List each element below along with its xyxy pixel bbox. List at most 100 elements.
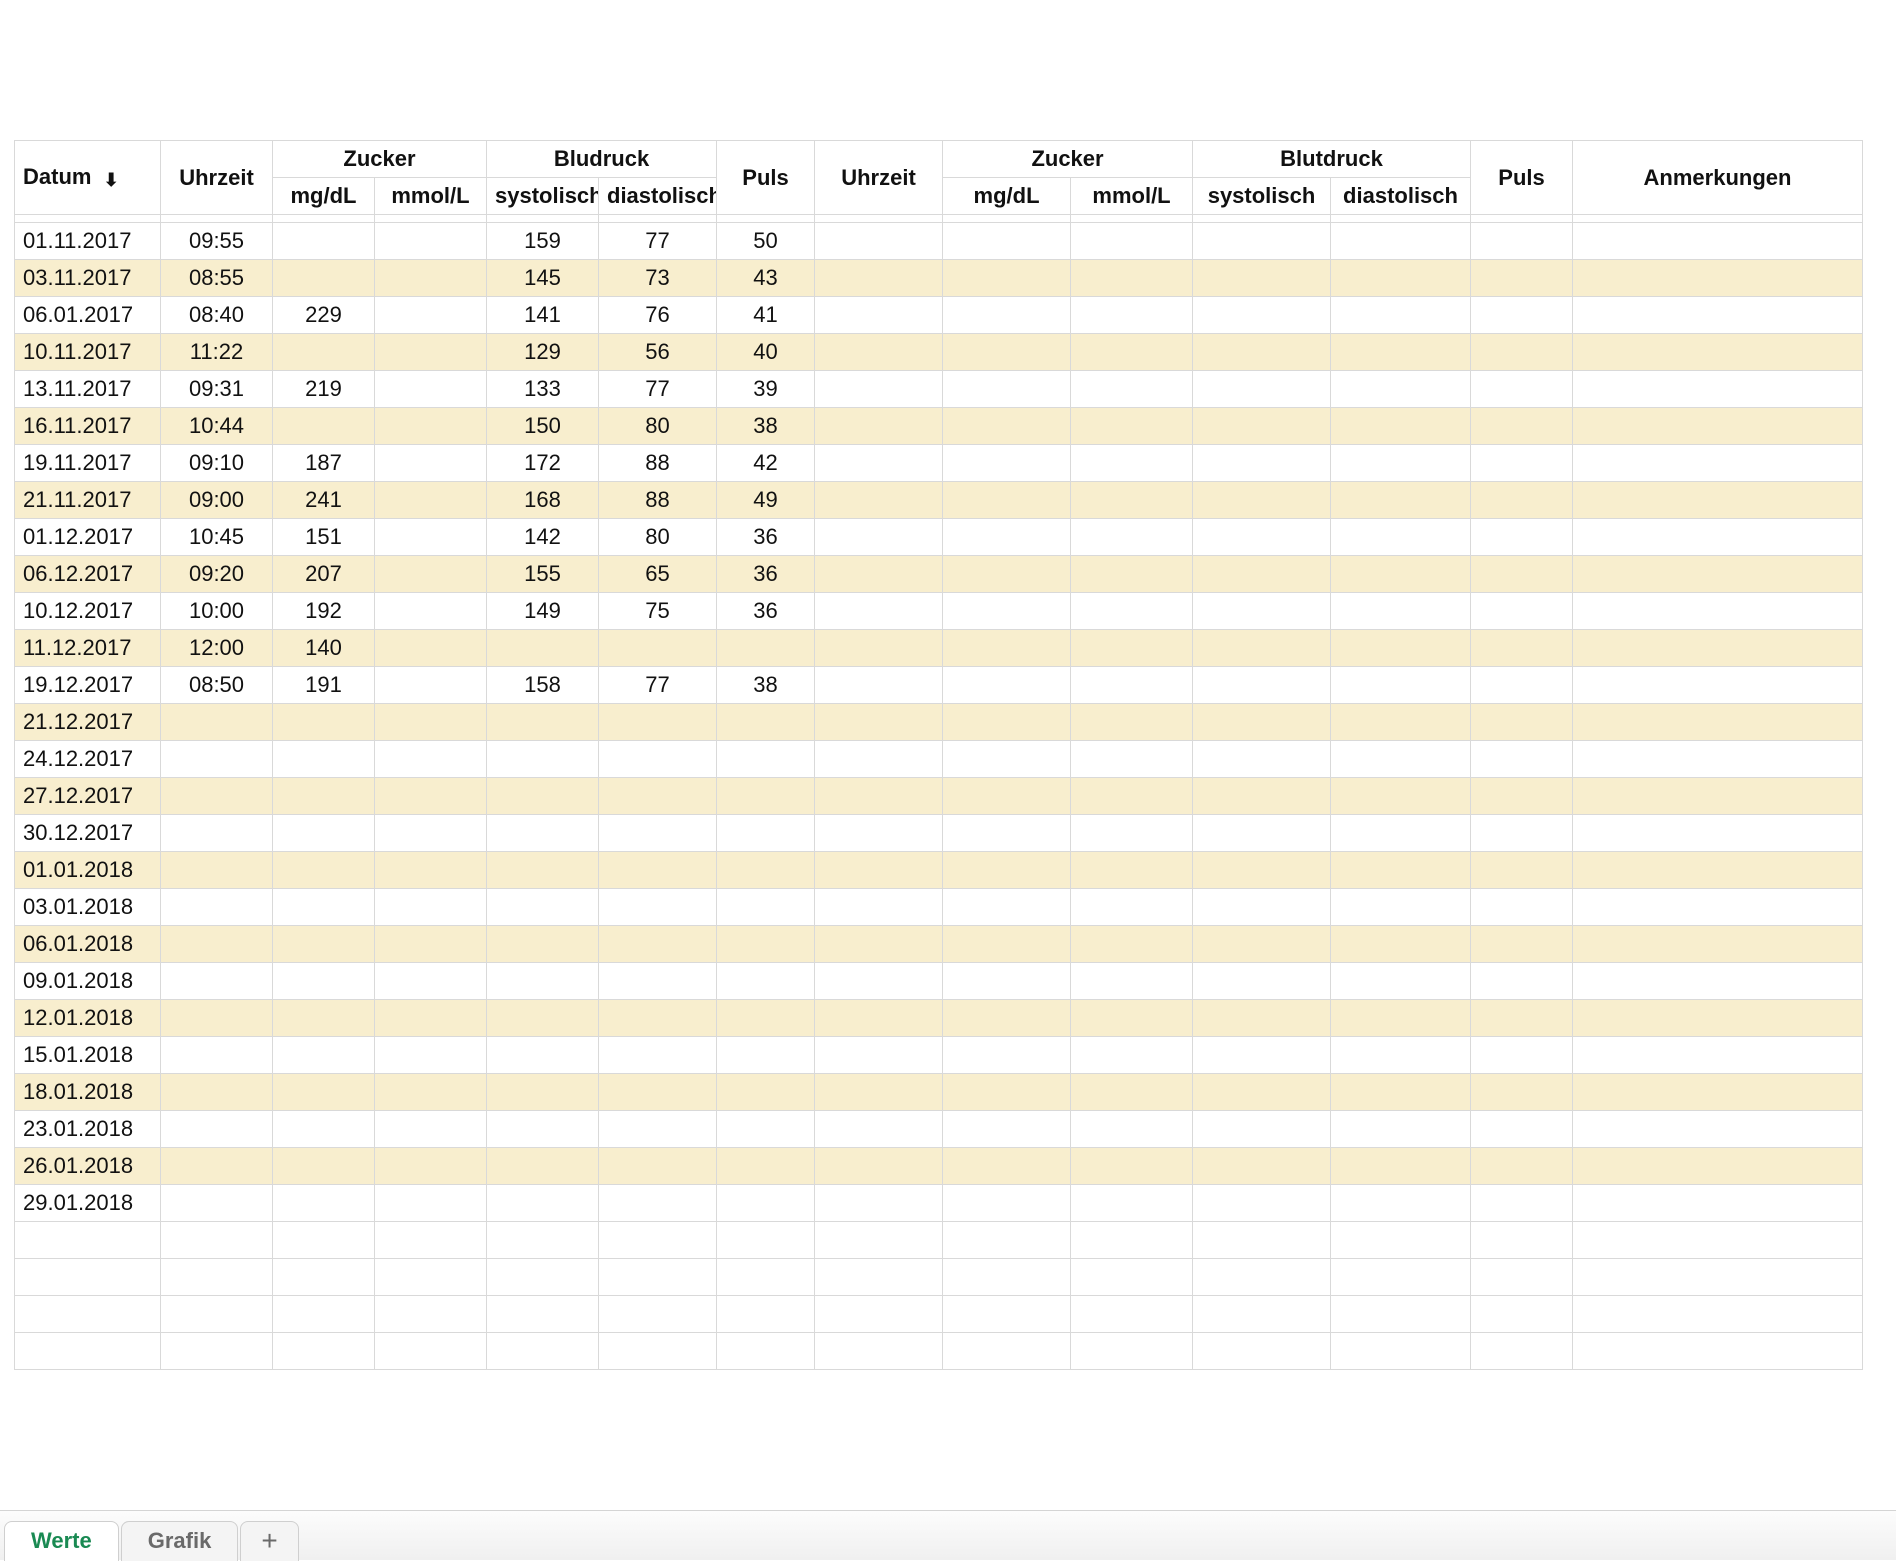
table-row[interactable]: 15.01.2018 xyxy=(15,1037,1863,1074)
cell-mgdl2[interactable] xyxy=(943,297,1071,334)
cell-puls1[interactable] xyxy=(717,963,815,1000)
table-row[interactable]: 29.01.2018 xyxy=(15,1185,1863,1222)
cell-date[interactable]: 26.01.2018 xyxy=(15,1148,161,1185)
cell-sys2[interactable] xyxy=(1193,1185,1331,1222)
cell-sys1[interactable]: 168 xyxy=(487,482,599,519)
table-row[interactable]: 27.12.2017 xyxy=(15,778,1863,815)
cell-sys2[interactable] xyxy=(1193,556,1331,593)
cell-puls2[interactable] xyxy=(1471,593,1573,630)
cell-note[interactable] xyxy=(1573,371,1863,408)
cell-puls1[interactable]: 39 xyxy=(717,371,815,408)
header-puls-2[interactable]: Puls xyxy=(1471,141,1573,215)
cell-mgdl2[interactable] xyxy=(943,926,1071,963)
cell-date[interactable]: 06.01.2017 xyxy=(15,297,161,334)
table-row[interactable]: 03.01.2018 xyxy=(15,889,1863,926)
cell-time2[interactable] xyxy=(815,297,943,334)
cell-sys2[interactable] xyxy=(1193,408,1331,445)
cell-time2[interactable] xyxy=(815,815,943,852)
cell-dia1[interactable] xyxy=(599,963,717,1000)
cell-note[interactable] xyxy=(1573,926,1863,963)
cell-puls1[interactable] xyxy=(717,1185,815,1222)
cell-time1[interactable] xyxy=(161,1111,273,1148)
cell-puls1[interactable] xyxy=(717,1148,815,1185)
cell-blank[interactable] xyxy=(599,1259,717,1296)
cell-sys2[interactable] xyxy=(1193,667,1331,704)
cell-puls2[interactable] xyxy=(1471,371,1573,408)
cell-blank[interactable] xyxy=(717,1296,815,1333)
table-row-blank[interactable] xyxy=(15,1222,1863,1259)
cell-sys1[interactable] xyxy=(487,889,599,926)
cell-time1[interactable] xyxy=(161,815,273,852)
cell-mgdl1[interactable]: 151 xyxy=(273,519,375,556)
cell-dia2[interactable] xyxy=(1331,852,1471,889)
cell-dia1[interactable] xyxy=(599,926,717,963)
cell-dia1[interactable]: 77 xyxy=(599,223,717,260)
cell-mgdl1[interactable] xyxy=(273,778,375,815)
cell-puls1[interactable]: 42 xyxy=(717,445,815,482)
cell-mmol1[interactable] xyxy=(375,223,487,260)
cell-blank[interactable] xyxy=(161,1222,273,1259)
cell-mgdl1[interactable] xyxy=(273,815,375,852)
cell-sys1[interactable] xyxy=(487,963,599,1000)
cell-mmol1[interactable] xyxy=(375,741,487,778)
cell-dia2[interactable] xyxy=(1331,926,1471,963)
cell-mgdl2[interactable] xyxy=(943,1185,1071,1222)
cell-mgdl1[interactable]: 207 xyxy=(273,556,375,593)
cell-date[interactable]: 19.12.2017 xyxy=(15,667,161,704)
cell-dia2[interactable] xyxy=(1331,1037,1471,1074)
cell-puls1[interactable]: 43 xyxy=(717,260,815,297)
cell-time1[interactable]: 12:00 xyxy=(161,630,273,667)
cell-sys1[interactable] xyxy=(487,704,599,741)
cell-date[interactable]: 12.01.2018 xyxy=(15,1000,161,1037)
cell-blank[interactable] xyxy=(1573,1259,1863,1296)
table-row-blank[interactable] xyxy=(15,1333,1863,1370)
header-uhrzeit-1[interactable]: Uhrzeit xyxy=(161,141,273,215)
header-datum[interactable]: Datum ⬇ xyxy=(15,141,161,215)
cell-blank[interactable] xyxy=(487,1333,599,1370)
table-row[interactable]: 26.01.2018 xyxy=(15,1148,1863,1185)
cell-puls1[interactable] xyxy=(717,741,815,778)
cell-time1[interactable] xyxy=(161,963,273,1000)
cell-sys2[interactable] xyxy=(1193,1148,1331,1185)
cell-time2[interactable] xyxy=(815,408,943,445)
cell-mgdl2[interactable] xyxy=(943,1148,1071,1185)
cell-puls2[interactable] xyxy=(1471,630,1573,667)
cell-mmol2[interactable] xyxy=(1071,1185,1193,1222)
cell-mmol2[interactable] xyxy=(1071,297,1193,334)
cell-blank[interactable] xyxy=(15,1333,161,1370)
cell-time2[interactable] xyxy=(815,630,943,667)
cell-blank[interactable] xyxy=(375,1222,487,1259)
cell-mgdl1[interactable] xyxy=(273,852,375,889)
cell-note[interactable] xyxy=(1573,852,1863,889)
cell-dia1[interactable] xyxy=(599,1037,717,1074)
cell-sys2[interactable] xyxy=(1193,1111,1331,1148)
table-row[interactable]: 21.12.2017 xyxy=(15,704,1863,741)
cell-mgdl2[interactable] xyxy=(943,445,1071,482)
cell-mgdl2[interactable] xyxy=(943,704,1071,741)
cell-mgdl1[interactable]: 140 xyxy=(273,630,375,667)
cell-dia2[interactable] xyxy=(1331,223,1471,260)
cell-sys2[interactable] xyxy=(1193,445,1331,482)
cell-note[interactable] xyxy=(1573,593,1863,630)
cell-dia2[interactable] xyxy=(1331,260,1471,297)
cell-mmol2[interactable] xyxy=(1071,482,1193,519)
cell-sys2[interactable] xyxy=(1193,815,1331,852)
cell-note[interactable] xyxy=(1573,556,1863,593)
cell-blank[interactable] xyxy=(599,1296,717,1333)
table-row[interactable]: 06.12.201709:202071556536 xyxy=(15,556,1863,593)
cell-dia2[interactable] xyxy=(1331,667,1471,704)
cell-mmol2[interactable] xyxy=(1071,556,1193,593)
cell-date[interactable]: 01.11.2017 xyxy=(15,223,161,260)
cell-date[interactable]: 27.12.2017 xyxy=(15,778,161,815)
cell-blank[interactable] xyxy=(161,1296,273,1333)
cell-date[interactable]: 21.12.2017 xyxy=(15,704,161,741)
cell-time2[interactable] xyxy=(815,1148,943,1185)
cell-note[interactable] xyxy=(1573,482,1863,519)
cell-dia1[interactable] xyxy=(599,704,717,741)
cell-time2[interactable] xyxy=(815,852,943,889)
cell-puls2[interactable] xyxy=(1471,889,1573,926)
header-puls-1[interactable]: Puls xyxy=(717,141,815,215)
cell-note[interactable] xyxy=(1573,630,1863,667)
cell-mmol1[interactable] xyxy=(375,852,487,889)
table-row[interactable]: 21.11.201709:002411688849 xyxy=(15,482,1863,519)
